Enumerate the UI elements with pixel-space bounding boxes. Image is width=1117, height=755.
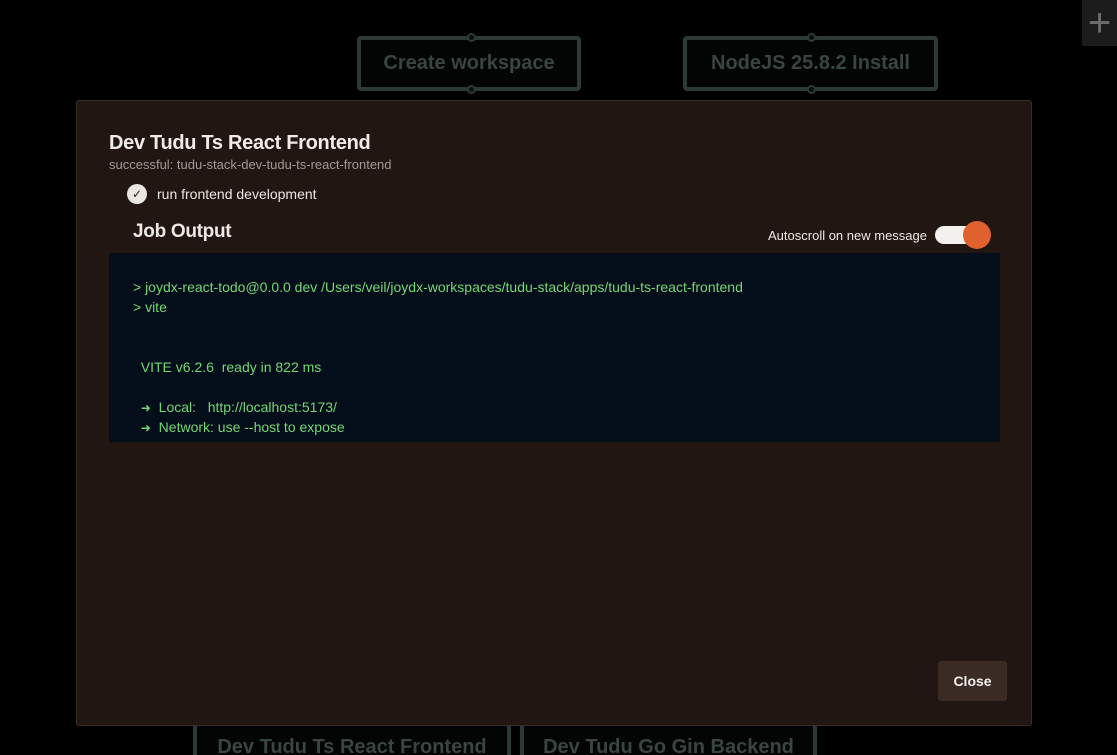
node-nodejs-install[interactable]: NodeJS 25.8.2 Install [683, 33, 938, 94]
step-label: run frontend development [157, 186, 317, 202]
output-line-text: Local: http://localhost:5173/ [158, 399, 337, 415]
modal-subtitle: successful: tudu-stack-dev-tudu-ts-react… [109, 157, 392, 172]
output-line: > vite [133, 299, 167, 315]
arrow-right-icon: ➜ [140, 401, 151, 415]
node-label: NodeJS 25.8.2 Install [711, 52, 910, 74]
output-line: VITE v6.2.6 ready in 822 ms [133, 359, 322, 375]
node-output-port[interactable] [807, 85, 816, 94]
output-line-text: Network: use --host to expose [158, 419, 345, 435]
job-output-modal: Dev Tudu Ts React Frontend successful: t… [76, 100, 1032, 726]
toggle-knob [963, 221, 991, 249]
output-line: > joydx-react-todo@0.0.0 dev /Users/veil… [133, 279, 743, 295]
autoscroll-control: Autoscroll on new message [768, 221, 991, 249]
output-line: ➜ Network: use --host to expose [133, 417, 976, 437]
node-dev-tudu-ts-react-frontend[interactable]: Dev Tudu Ts React Frontend [193, 722, 511, 755]
node-label: Create workspace [383, 52, 555, 74]
node-create-workspace[interactable]: Create workspace [357, 33, 581, 94]
job-output-console: > joydx-react-todo@0.0.0 dev /Users/veil… [109, 253, 1000, 442]
workflow-canvas: Create workspace NodeJS 25.8.2 Install D… [0, 0, 1117, 755]
add-node-button[interactable]: + [1082, 0, 1117, 46]
autoscroll-toggle[interactable] [935, 221, 991, 249]
node-label: Dev Tudu Go Gin Backend [543, 736, 794, 755]
job-output-title: Job Output [133, 221, 232, 242]
node-input-port[interactable] [807, 33, 816, 42]
arrow-right-icon: ➜ [140, 421, 151, 435]
step-item[interactable]: ✓ run frontend development [127, 184, 317, 204]
node-output-port[interactable] [467, 85, 476, 94]
output-line-blank [133, 337, 976, 357]
node-dev-tudu-go-gin-backend[interactable]: Dev Tudu Go Gin Backend [520, 722, 817, 755]
plus-icon: + [1087, 1, 1112, 45]
output-line-blank [133, 377, 976, 397]
node-input-port[interactable] [467, 33, 476, 42]
autoscroll-label: Autoscroll on new message [768, 227, 927, 243]
modal-title: Dev Tudu Ts React Frontend [109, 132, 371, 154]
node-label: Dev Tudu Ts React Frontend [217, 736, 487, 755]
output-line: ➜ Local: http://localhost:5173/ [133, 397, 976, 417]
close-button[interactable]: Close [938, 661, 1007, 701]
output-line-blank [133, 317, 976, 337]
check-icon: ✓ [127, 184, 147, 204]
